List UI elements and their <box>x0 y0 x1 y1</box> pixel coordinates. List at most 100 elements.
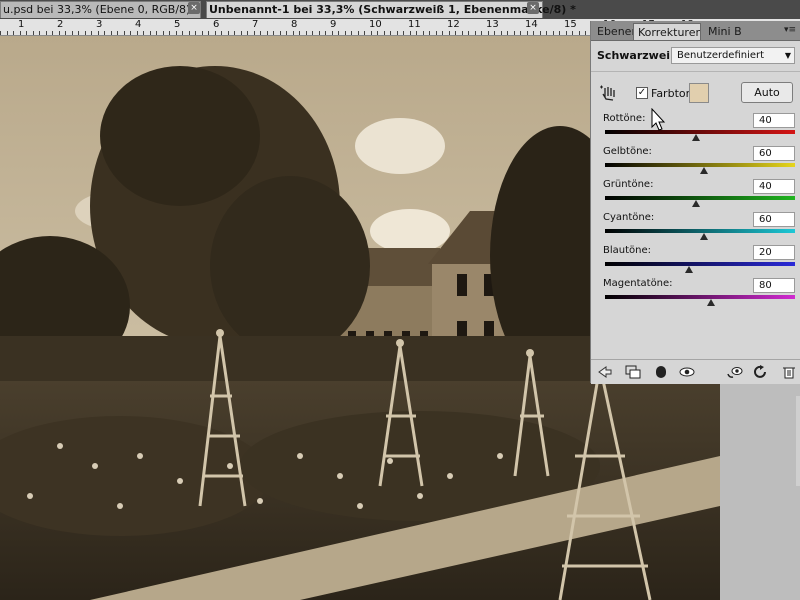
slider-knob[interactable] <box>699 233 708 240</box>
ruler-tick <box>59 31 60 35</box>
tint-checkbox[interactable]: ✓ <box>636 87 648 99</box>
ruler-tick <box>351 31 352 35</box>
ruler-tick <box>0 31 1 35</box>
visibility-eye-icon[interactable] <box>679 365 695 379</box>
ruler-tick <box>358 31 359 35</box>
slider-knob[interactable] <box>707 299 716 306</box>
ruler-tick <box>33 31 34 35</box>
ruler-tick <box>579 31 580 35</box>
slider-value-field[interactable]: 60 <box>753 146 795 161</box>
ruler-tick <box>150 31 151 35</box>
ruler-tick <box>416 31 417 35</box>
ruler-tick <box>85 31 86 35</box>
auto-button[interactable]: Auto <box>741 82 793 103</box>
ruler-tick <box>143 31 144 35</box>
clip-to-layer-icon[interactable] <box>625 365 641 379</box>
slider-magentas: Magentatöne: 80 <box>591 278 800 311</box>
ruler-tick <box>156 31 157 35</box>
ruler-tick <box>72 31 73 35</box>
back-arrow-icon[interactable] <box>597 365 613 379</box>
slider-knob[interactable] <box>699 167 708 174</box>
ruler-number: 3 <box>96 19 103 30</box>
ruler-tick <box>241 31 242 35</box>
view-previous-icon[interactable] <box>727 365 743 379</box>
slider-value-field[interactable]: 20 <box>753 245 795 260</box>
ruler-tick <box>98 31 99 35</box>
ruler-tick <box>117 31 118 35</box>
ruler-tick <box>585 31 586 35</box>
ruler-number: 13 <box>486 19 499 30</box>
ruler-tick <box>52 31 53 35</box>
doc-tab-unbenannt-1[interactable]: Unbenannt-1 bei 33,3% (Schwarzweiß 1, Eb… <box>206 1 576 18</box>
slider-label: Gelbtöne: <box>603 146 652 157</box>
ruler-tick <box>293 31 294 35</box>
slider-track[interactable] <box>605 295 795 299</box>
tab-ebenen[interactable]: Ebenen <box>593 23 633 40</box>
ruler-tick <box>130 31 131 35</box>
slider-knob[interactable] <box>684 266 693 273</box>
close-tab-icon[interactable]: × <box>527 2 539 14</box>
trash-icon[interactable] <box>781 365 797 379</box>
slider-value-field[interactable]: 80 <box>753 278 795 293</box>
tint-label: Farbton <box>651 87 693 100</box>
ruler-tick <box>546 31 547 35</box>
tab-mini-bridge[interactable]: Mini B <box>704 23 742 40</box>
ruler-tick <box>286 31 287 35</box>
ruler-tick <box>364 31 365 35</box>
ruler-tick <box>494 31 495 35</box>
adjustments-panel: Ebenen Korrekturen Mini B ▾≡ Schwarzweiß… <box>590 21 800 384</box>
ruler-tick <box>20 31 21 35</box>
mask-icon[interactable] <box>653 365 669 379</box>
tab-korrekturen[interactable]: Korrekturen <box>633 23 701 40</box>
tint-color-swatch[interactable] <box>689 83 709 103</box>
ruler-tick <box>436 31 437 35</box>
slider-knob[interactable] <box>692 134 701 141</box>
ruler-tick <box>91 31 92 35</box>
slider-label: Cyantöne: <box>603 212 655 223</box>
ruler-tick <box>514 31 515 35</box>
ruler-number: 11 <box>408 19 421 30</box>
ruler-tick <box>455 31 456 35</box>
slider-value-field[interactable]: 40 <box>753 113 795 128</box>
reset-icon[interactable] <box>753 365 769 379</box>
adjustment-title: Schwarzweiß <box>597 49 678 62</box>
ruler-tick <box>540 31 541 35</box>
targeted-adjustment-hand-icon[interactable] <box>599 85 619 103</box>
ruler-tick <box>7 31 8 35</box>
ruler-tick <box>189 31 190 35</box>
ruler-tick <box>202 31 203 35</box>
ruler-tick <box>182 31 183 35</box>
ruler-tick <box>481 31 482 35</box>
doc-tab-u-psd[interactable]: u.psd bei 33,3% (Ebene 0, RGB/8) * <box>0 1 201 18</box>
ruler-number: 7 <box>252 19 259 30</box>
ruler-number: 9 <box>330 19 337 30</box>
ruler-tick <box>507 31 508 35</box>
panel-bottom-toolbar <box>591 359 800 384</box>
slider-cyans: Cyantöne: 60 <box>591 212 800 245</box>
slider-value-field[interactable]: 40 <box>753 179 795 194</box>
ruler-tick <box>345 31 346 35</box>
ruler-tick <box>442 31 443 35</box>
ruler-tick <box>104 31 105 35</box>
slider-knob[interactable] <box>692 200 701 207</box>
slider-value-field[interactable]: 60 <box>753 212 795 227</box>
mouse-pointer-icon <box>651 108 666 131</box>
close-tab-icon[interactable]: × <box>188 2 200 14</box>
slider-yellows: Gelbtöne: 60 <box>591 146 800 179</box>
ruler-tick <box>273 31 274 35</box>
vertical-scrollbar[interactable] <box>796 396 800 486</box>
slider-track[interactable] <box>605 262 795 266</box>
ruler-number: 12 <box>447 19 460 30</box>
ruler-tick <box>215 31 216 35</box>
preset-dropdown[interactable]: Benutzerdefiniert ▼ <box>671 47 795 64</box>
ruler-tick <box>462 31 463 35</box>
panel-menu-icon[interactable]: ▾≡ <box>784 24 796 36</box>
ruler-tick <box>397 31 398 35</box>
ruler-number: 10 <box>369 19 382 30</box>
slider-reds: Rottöne: 40 <box>591 113 800 146</box>
ruler-tick <box>553 31 554 35</box>
ruler-tick <box>325 31 326 35</box>
ruler-tick <box>384 31 385 35</box>
ruler-number: 5 <box>174 19 181 30</box>
slider-greens: Grüntöne: 40 <box>591 179 800 212</box>
